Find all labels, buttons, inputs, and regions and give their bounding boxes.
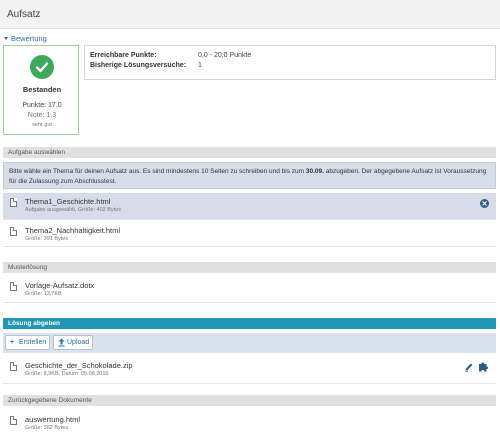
caret-down-icon [4,37,8,40]
file-meta: Größe: 391 Bytes [25,236,69,242]
info-label: Erreichbare Punkte: [90,52,157,59]
file-name[interactable]: auswertung.html [25,415,80,424]
section-header-aufgabe: Aufgabe auswählen [3,147,496,158]
upload-button-label: Upload [67,339,90,346]
section-header-zurueck: Zurückgegebene Dokumente [3,395,496,406]
create-button-label: Erstellen [19,339,47,346]
deselect-close-icon[interactable] [480,199,489,208]
upload-button[interactable]: Upload [53,335,93,350]
plus-icon: + [10,339,15,346]
file-meta: Aufgabe ausgewählt, Größe: 402 Bytes [25,207,122,213]
html-file-icon [10,227,17,236]
create-button[interactable]: + Erstellen [5,335,50,350]
html-file-icon [10,416,17,425]
grade-description: sehr gut [32,122,52,128]
divider [3,383,496,384]
section-header-musterloesung: Musterlösung [3,262,496,273]
file-meta: Größe: 13,7KB [25,291,62,297]
divider [3,302,496,303]
instructions-text: Bitte wähle ein Thema für deinen Aufsatz… [3,162,496,189]
html-file-icon [10,198,17,207]
instructions-part1: Bitte wähle ein Thema für deinen Aufsatz… [9,168,306,175]
info-box: Erreichbare Punkte: 0,0 - 20,0 Punkte Bi… [84,45,496,80]
info-value: 1 [198,62,202,69]
file-name[interactable]: Geschichte_der_Schokolade.zip [25,361,133,370]
submission-file-row[interactable]: Geschichte_der_Schokolade.zip Größe: 8,9… [3,357,496,383]
section-header-loesung: Lösung abgeben [3,318,496,329]
file-name[interactable]: Vorlage-Aufsatz.dotx [25,281,94,290]
task-file-row-1[interactable]: Thema1_Geschichte.html Aufgabe ausgewähl… [3,193,496,219]
status-box: Bestanden Punkte: 17,0 Note: 1,3 sehr gu… [3,45,79,135]
divider [3,219,496,220]
submission-toolbar: + Erstellen Upload [3,333,496,353]
check-circle-icon [30,55,54,79]
status-text: Bestanden [22,85,62,94]
pencil-icon[interactable] [464,362,474,374]
returned-file-row[interactable]: auswertung.html Größe: 362 Bytes [3,411,496,437]
task-file-row-2[interactable]: Thema2_Nachhaltigkeit.html Größe: 391 By… [3,222,496,248]
info-value: 0,0 - 20,0 Punkte [198,52,252,59]
zip-file-icon [10,362,17,371]
sample-file-row[interactable]: Vorlage-Aufsatz.dotx Größe: 13,7KB [3,277,496,303]
page-title-bar: Aufsatz [0,0,500,29]
file-name[interactable]: Thema2_Nachhaltigkeit.html [25,226,120,235]
instructions-deadline: 30.09. [305,168,324,175]
file-meta: Größe: 362 Bytes [25,425,69,431]
points-text: Punkte: 17,0 [22,102,62,109]
page-title: Aufsatz [7,9,41,20]
file-meta: Größe: 8,9KB, Datum: 05.08.2016 [25,371,109,377]
document-file-icon [10,282,17,291]
file-name[interactable]: Thema1_Geschichte.html [25,197,110,206]
grade-text: Note: 1,3 [27,112,57,119]
divider [3,246,496,247]
upload-icon [58,336,65,352]
info-label: Bisherige Lösungsversuche: [90,62,187,69]
puzzle-icon[interactable] [478,361,489,374]
bewertung-toggle[interactable]: Bewertung [4,34,47,43]
bewertung-toggle-label: Bewertung [11,34,47,43]
